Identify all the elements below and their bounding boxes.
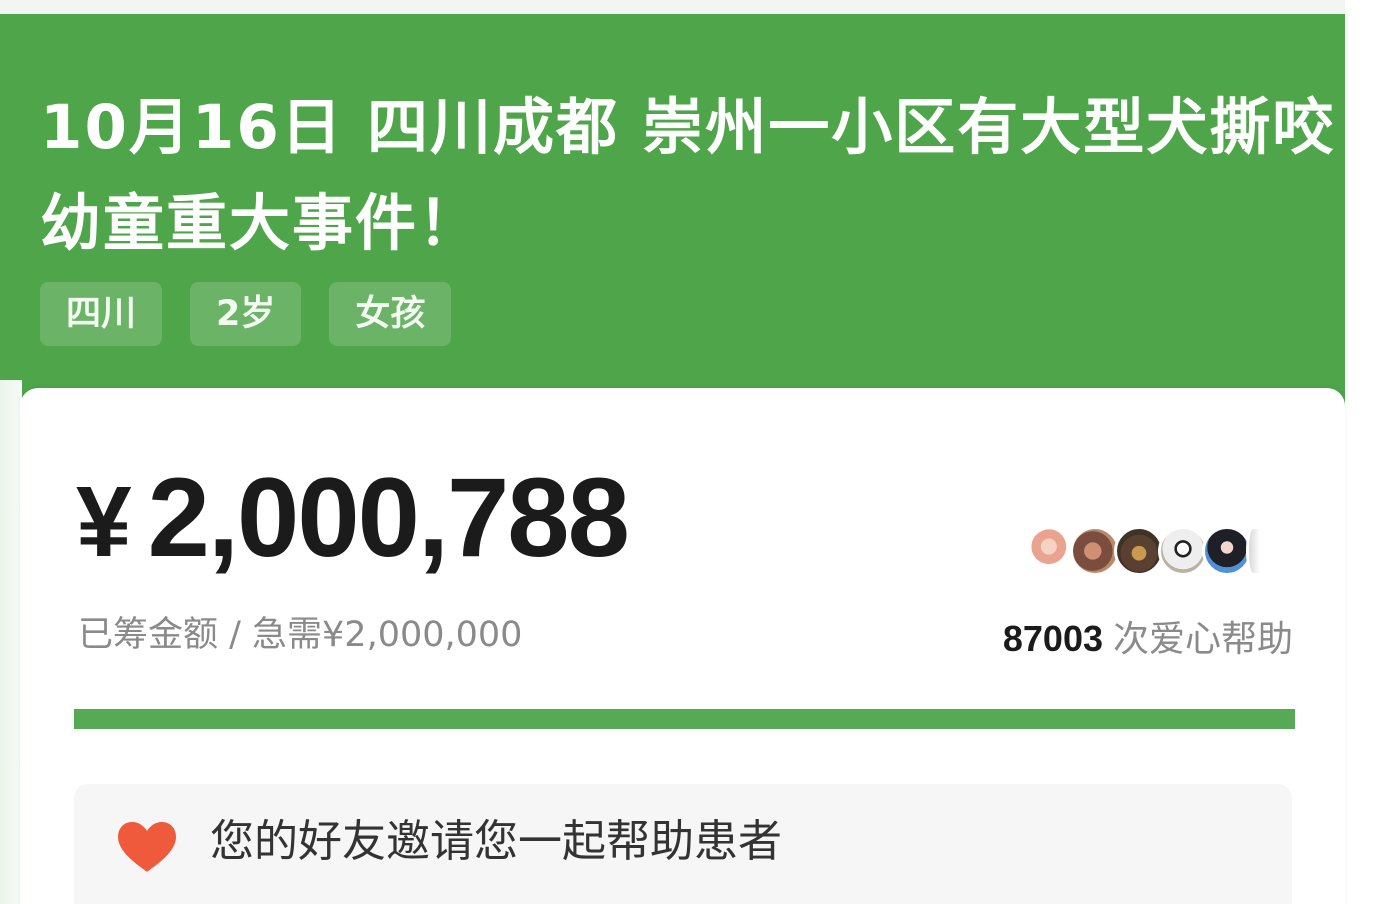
tag-region: 四川 xyxy=(40,282,163,346)
campaign-title: 10月16日 四川成都 崇州一小区有大型犬撕咬幼童重大事件！ xyxy=(40,92,1336,259)
funding-progress-fill xyxy=(74,709,1295,729)
raised-amount: ¥2,000,788 xyxy=(76,448,630,592)
invite-banner[interactable]: 您的好友邀请您一起帮助患者 xyxy=(74,784,1292,904)
campaign-tags: 四川 2岁 女孩 xyxy=(40,282,452,346)
amount-value: 2,000,788 xyxy=(147,455,630,580)
donor-avatars[interactable] xyxy=(1026,526,1260,576)
page-edge xyxy=(1345,0,1378,904)
campaign-header: 10月16日 四川成都 崇州一小区有大型犬撕咬幼童重大事件！ 四川 2岁 女孩 xyxy=(0,14,1345,434)
currency-symbol: ¥ xyxy=(76,466,132,578)
donor-avatar xyxy=(1158,526,1208,576)
donor-avatar xyxy=(1246,526,1260,576)
help-count-label: 87003 次爱心帮助 xyxy=(1003,610,1293,662)
help-count: 87003 xyxy=(1002,618,1103,659)
invite-message: 您的好友邀请您一起帮助患者 xyxy=(210,816,782,867)
help-unit-label: 次爱心帮助 xyxy=(1112,619,1293,660)
donor-avatar xyxy=(1026,526,1076,576)
page-shadow xyxy=(0,380,22,904)
raised-target-label: 已筹金额 / 急需¥2,000,000 xyxy=(78,615,523,655)
fundraiser-page: 10月16日 四川成都 崇州一小区有大型犬撕咬幼童重大事件！ 四川 2岁 女孩 … xyxy=(0,0,1378,904)
funding-progress-bar xyxy=(74,709,1295,729)
donor-avatar xyxy=(1202,526,1252,576)
donor-avatar xyxy=(1114,526,1164,576)
donor-avatar xyxy=(1070,526,1120,576)
tag-gender: 女孩 xyxy=(329,282,452,346)
tag-age: 2岁 xyxy=(190,282,302,346)
donation-card: ¥2,000,788 已筹金额 / 急需¥2,000,000 87003 次爱心帮… xyxy=(20,388,1345,904)
heart-icon xyxy=(118,822,176,872)
